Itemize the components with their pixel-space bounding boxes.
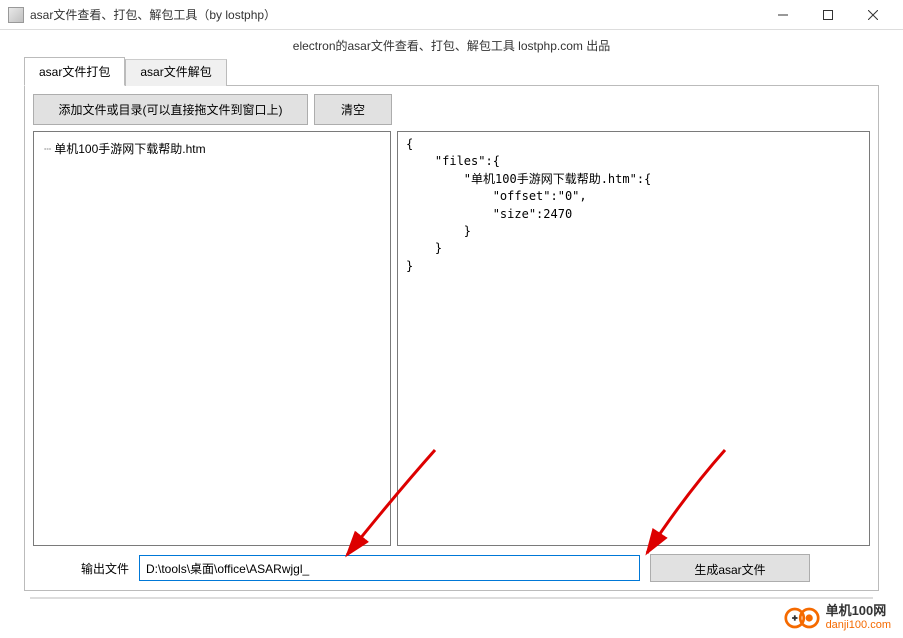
watermark-url: danji100.com [826, 619, 891, 632]
maximize-button[interactable] [805, 1, 850, 29]
clear-button[interactable]: 清空 [314, 94, 392, 125]
app-icon [8, 7, 24, 23]
close-button[interactable] [850, 1, 895, 29]
tree-connector-icon: ┄ [44, 142, 50, 156]
add-files-button[interactable]: 添加文件或目录(可以直接拖文件到窗口上) [33, 94, 308, 125]
subtitle: electron的asar文件查看、打包、解包工具 lostphp.com 出品 [0, 30, 903, 56]
footer-divider [30, 597, 873, 599]
output-path-input[interactable] [139, 555, 640, 581]
watermark-name: 单机100网 [826, 604, 891, 619]
file-tree-panel[interactable]: ┄ 单机100手游网下载帮助.htm [33, 131, 391, 546]
window-controls [760, 1, 895, 29]
tree-item-label: 单机100手游网下载帮助.htm [54, 140, 205, 157]
titlebar: asar文件查看、打包、解包工具（by lostphp） [0, 0, 903, 30]
minimize-button[interactable] [760, 1, 805, 29]
tab-pack[interactable]: asar文件打包 [24, 57, 125, 86]
output-label: 输出文件 [81, 560, 129, 577]
tab-unpack[interactable]: asar文件解包 [125, 59, 226, 86]
json-preview-panel[interactable]: { "files":{ "单机100手游网下载帮助.htm":{ "offset… [397, 131, 870, 546]
tab-content: 添加文件或目录(可以直接拖文件到窗口上) 清空 ┄ 单机100手游网下载帮助.h… [24, 85, 879, 591]
tab-bar: asar文件打包 asar文件解包 [24, 56, 879, 86]
watermark-logo-icon [784, 604, 820, 632]
generate-button[interactable]: 生成asar文件 [650, 554, 810, 582]
window-title: asar文件查看、打包、解包工具（by lostphp） [30, 6, 276, 23]
watermark: 单机100网 danji100.com [784, 604, 891, 632]
tree-item[interactable]: ┄ 单机100手游网下载帮助.htm [44, 138, 380, 159]
